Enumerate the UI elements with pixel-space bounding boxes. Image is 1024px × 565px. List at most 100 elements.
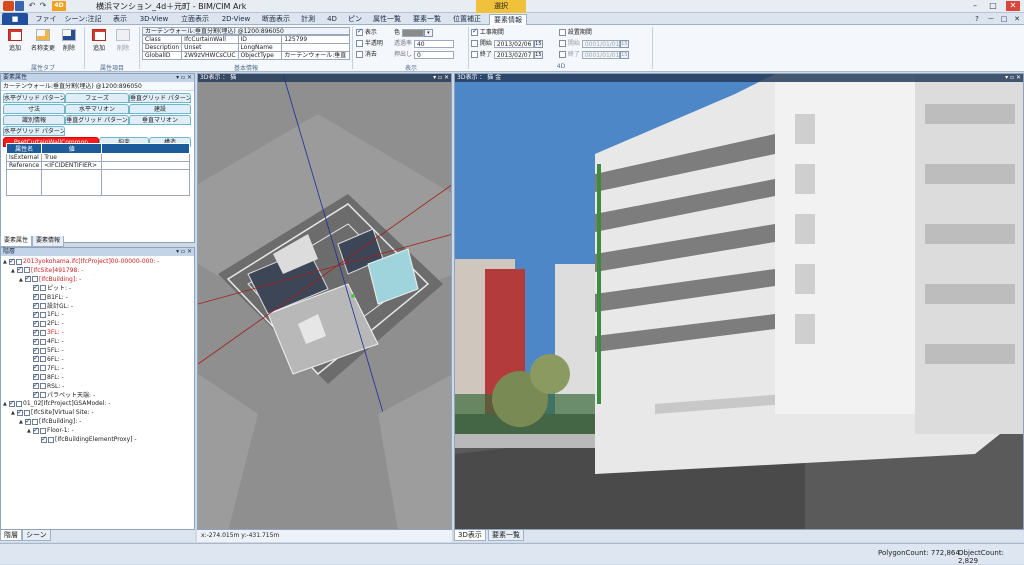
- maximize-button[interactable]: □: [986, 1, 1000, 11]
- start-checkbox[interactable]: [471, 40, 478, 47]
- pset-tab[interactable]: フェーズ: [65, 93, 129, 103]
- top-view-canvas[interactable]: [198, 74, 452, 530]
- ribbon-close-button[interactable]: ✕: [1012, 14, 1022, 25]
- visibility-checkbox[interactable]: [17, 408, 23, 416]
- select-checkbox[interactable]: [16, 400, 22, 407]
- select-checkbox[interactable]: [40, 365, 46, 372]
- select-checkbox[interactable]: [40, 329, 46, 336]
- visibility-checkbox[interactable]: [33, 354, 39, 363]
- visibility-checkbox[interactable]: [33, 283, 39, 292]
- select-checkbox[interactable]: [48, 436, 54, 443]
- extrude-input[interactable]: 0: [413, 50, 454, 59]
- install-end-checkbox[interactable]: [559, 51, 566, 58]
- visibility-checkbox[interactable]: [33, 426, 39, 434]
- tree-node[interactable]: ▲2013yokohama.ifc[IfcProject]00-00000-00…: [3, 257, 159, 266]
- minimize-button[interactable]: –: [968, 1, 982, 11]
- erase-checkbox[interactable]: [356, 51, 363, 58]
- pset-tab[interactable]: 建設: [129, 104, 191, 114]
- pin-icon[interactable]: ▾ ▫ ✕: [433, 74, 449, 82]
- visibility-checkbox[interactable]: [33, 346, 39, 354]
- visibility-checkbox[interactable]: [33, 372, 39, 381]
- start-date-input[interactable]: 2013/02/06: [493, 39, 534, 48]
- pset-tab[interactable]: 識別情報: [3, 115, 65, 125]
- chevron-down-icon[interactable]: ▾: [423, 28, 433, 37]
- tab-pin[interactable]: ピン: [347, 14, 363, 25]
- select-checkbox[interactable]: [40, 311, 46, 318]
- table-row[interactable]: Reference <IFCIDENTIFIER>: [5, 161, 190, 170]
- transparency-input[interactable]: 40: [413, 39, 454, 48]
- select-checkbox[interactable]: [40, 427, 46, 434]
- tab-4d[interactable]: 4D: [324, 14, 340, 25]
- select-checkbox[interactable]: [40, 285, 46, 292]
- pset-tab[interactable]: 垂直マリオン: [129, 115, 191, 125]
- visibility-checkbox[interactable]: [41, 435, 47, 443]
- prop-value[interactable]: [281, 43, 350, 52]
- select-checkbox[interactable]: [40, 294, 46, 301]
- pset-tab[interactable]: 寸法: [3, 104, 65, 114]
- visibility-checkbox[interactable]: [33, 328, 39, 336]
- install-start-date-input[interactable]: 0001/01/01: [581, 39, 620, 48]
- select-checkbox[interactable]: [40, 347, 46, 354]
- tree-node[interactable]: ▲[IfcBuilding]: -: [19, 417, 81, 426]
- tab-display[interactable]: 表示: [110, 14, 130, 25]
- tab-file[interactable]: ファイル: [34, 14, 58, 34]
- prop-value[interactable]: 2W9zVHWCsCUC: [181, 51, 239, 60]
- tab-scene[interactable]: シーン: [22, 530, 51, 541]
- add-attr-tab-button[interactable]: 追加: [4, 28, 26, 52]
- context-tab-select[interactable]: 選択: [476, 0, 526, 13]
- tab-2d-view[interactable]: 2D-View: [220, 14, 252, 25]
- tab-position-correction[interactable]: 位置補正: [450, 14, 484, 25]
- undo-icon[interactable]: ↶: [27, 1, 37, 11]
- calendar-icon[interactable]: 15: [533, 39, 543, 48]
- select-checkbox[interactable]: [40, 392, 46, 398]
- color-picker[interactable]: [401, 28, 424, 37]
- select-checkbox[interactable]: [32, 276, 38, 283]
- tab-element-list[interactable]: 要素一覧: [410, 14, 444, 25]
- prop-value[interactable]: Unset: [181, 43, 239, 52]
- app-menu-button[interactable]: ■: [2, 13, 28, 25]
- visibility-checkbox[interactable]: [33, 390, 39, 398]
- end-date-input[interactable]: 2013/02/07: [493, 50, 534, 59]
- attr-value[interactable]: <IFCIDENTIFIER>: [41, 161, 103, 170]
- tab-element-list-view[interactable]: 要素一覧: [488, 530, 524, 541]
- calendar-icon[interactable]: 15: [619, 39, 629, 48]
- main-view-canvas[interactable]: [455, 74, 1024, 530]
- select-checkbox[interactable]: [40, 383, 46, 390]
- visibility-checkbox[interactable]: [17, 265, 23, 274]
- select-checkbox[interactable]: [32, 418, 38, 425]
- tab-3d-view[interactable]: 3D-View: [138, 14, 170, 25]
- main-3d-view[interactable]: 3D表示 ： 猫 金 ▾ ▫ ✕: [454, 73, 1024, 530]
- delete-attr-item-button[interactable]: 削除: [112, 28, 134, 52]
- visibility-checkbox[interactable]: [33, 301, 39, 309]
- tree-node[interactable]: パラペット天端: -: [27, 390, 95, 400]
- end-checkbox[interactable]: [471, 51, 478, 58]
- select-checkbox[interactable]: [40, 320, 46, 327]
- tree-node[interactable]: ▲[IfcBuilding]: -: [19, 274, 81, 284]
- pset-tab[interactable]: 垂直グリッド パターン: [129, 93, 191, 103]
- ribbon-minimize-button[interactable]: －: [986, 14, 996, 25]
- select-checkbox[interactable]: [16, 258, 22, 265]
- prop-value[interactable]: IfcCurtainWall: [181, 35, 239, 44]
- pin-icon[interactable]: ▾ ▫ ✕: [176, 248, 192, 256]
- tab-scene-annotation[interactable]: シーン:注記: [64, 14, 102, 25]
- visibility-checkbox[interactable]: [33, 319, 39, 327]
- visibility-checkbox[interactable]: [33, 337, 39, 345]
- add-attr-item-button[interactable]: 追加: [88, 28, 110, 52]
- select-checkbox[interactable]: [24, 409, 30, 416]
- select-checkbox[interactable]: [40, 303, 46, 309]
- table-row[interactable]: IsExternal True: [5, 153, 190, 162]
- tree-node[interactable]: [IfcBuildingElementProxy] -: [35, 435, 137, 444]
- pset-tab[interactable]: 水平マリオン: [65, 104, 129, 114]
- redo-icon[interactable]: ↷: [38, 1, 48, 11]
- pin-icon[interactable]: ▾ ▫ ✕: [176, 74, 192, 82]
- top-3d-view[interactable]: 3D表示 ： 猫 ▾ ▫ ✕: [197, 73, 452, 530]
- select-checkbox[interactable]: [40, 356, 46, 363]
- semi-transparent-checkbox[interactable]: [356, 40, 363, 47]
- show-checkbox[interactable]: [356, 27, 363, 36]
- pset-tab[interactable]: 水平グリッド パターン: [3, 126, 65, 136]
- help-icon[interactable]: ?: [972, 14, 982, 25]
- visibility-checkbox[interactable]: [9, 399, 15, 407]
- prop-value[interactable]: カーテンウォール:垂直: [281, 51, 350, 60]
- tab-section[interactable]: 断面表示: [260, 14, 292, 25]
- ribbon-restore-button[interactable]: □: [999, 14, 1009, 25]
